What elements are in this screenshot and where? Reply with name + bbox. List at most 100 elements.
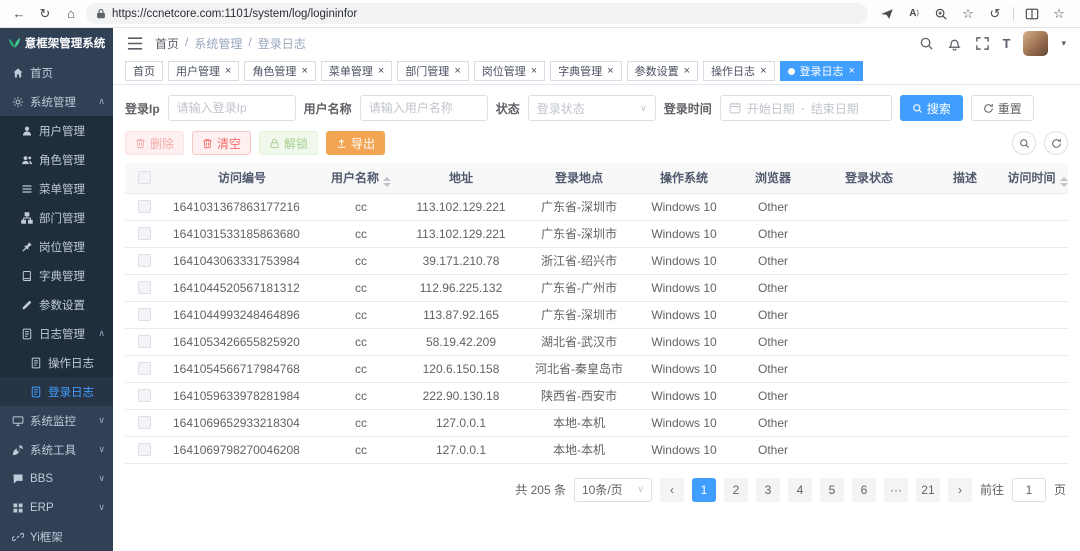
select-all-checkbox[interactable]	[138, 171, 151, 184]
sidebar-item-erp[interactable]: ERP∨	[0, 493, 113, 522]
search-toggle-button[interactable]	[1012, 131, 1036, 155]
tab-user-mgmt[interactable]: 用户管理×	[168, 61, 239, 81]
tab-home[interactable]: 首页	[125, 61, 163, 81]
page-button-3[interactable]: 3	[756, 478, 780, 502]
sidebar-item-op-log[interactable]: 操作日志	[0, 348, 113, 377]
close-icon[interactable]: ×	[454, 66, 460, 77]
date-range-picker[interactable]: 开始日期 - 结束日期	[720, 95, 892, 121]
page-button-6[interactable]: 6	[852, 478, 876, 502]
font-size-icon[interactable]: T	[1003, 36, 1011, 51]
tab-post-mgmt[interactable]: 岗位管理×	[474, 61, 545, 81]
favorites-bar-icon[interactable]: ☆	[1050, 3, 1068, 25]
breadcrumb-item[interactable]: 系统管理	[194, 35, 242, 52]
sidebar-item-dept-mgmt[interactable]: 部门管理	[0, 203, 113, 232]
status-select[interactable]: 登录状态 ∨	[528, 95, 656, 121]
close-icon[interactable]: ×	[607, 66, 613, 77]
login-ip-input[interactable]	[168, 95, 296, 121]
delete-button[interactable]: 删除	[125, 131, 184, 155]
row-checkbox[interactable]	[138, 416, 151, 429]
table-row[interactable]: 1641069798270046208cc127.0.0.1本地-本机Windo…	[125, 436, 1068, 463]
page-button-4[interactable]: 4	[788, 478, 812, 502]
table-row[interactable]: 1641044993248464896cc113.87.92.165广东省-深圳…	[125, 301, 1068, 328]
column-header[interactable]: 访问时间	[1007, 163, 1068, 193]
refresh-table-button[interactable]	[1044, 131, 1068, 155]
page-button-5[interactable]: 5	[820, 478, 844, 502]
home-icon[interactable]: ⌂	[60, 3, 82, 25]
row-checkbox[interactable]	[138, 443, 151, 456]
goto-page-input[interactable]	[1012, 478, 1046, 502]
table-row[interactable]: 1641059633978281984cc222.90.130.18陕西省-西安…	[125, 382, 1068, 409]
table-row[interactable]: 1641053426655825920cc58.19.42.209湖北省-武汉市…	[125, 328, 1068, 355]
sidebar-item-log-mgmt[interactable]: 日志管理∧	[0, 319, 113, 348]
row-checkbox[interactable]	[138, 335, 151, 348]
page-button-2[interactable]: 2	[724, 478, 748, 502]
sidebar-item-role-mgmt[interactable]: 角色管理	[0, 145, 113, 174]
row-checkbox[interactable]	[138, 308, 151, 321]
sort-icon[interactable]	[1060, 177, 1068, 187]
column-header[interactable]: 用户名称	[321, 163, 401, 193]
table-row[interactable]: 1641044520567181312cc112.96.225.132广东省-广…	[125, 274, 1068, 301]
tab-dept-mgmt[interactable]: 部门管理×	[397, 61, 468, 81]
sidebar-item-system-tools[interactable]: 系统工具∨	[0, 435, 113, 464]
avatar[interactable]	[1023, 31, 1048, 56]
prev-page-button[interactable]: ‹	[660, 478, 684, 502]
row-checkbox[interactable]	[138, 227, 151, 240]
close-icon[interactable]: ×	[849, 66, 855, 77]
tab-param-settings[interactable]: 参数设置×	[627, 61, 698, 81]
share-icon[interactable]	[878, 3, 896, 25]
tab-role-mgmt[interactable]: 角色管理×	[244, 61, 315, 81]
export-button[interactable]: 导出	[326, 131, 385, 155]
split-screen-icon[interactable]	[1023, 3, 1041, 25]
search-icon[interactable]	[919, 36, 934, 51]
username-input[interactable]	[360, 95, 488, 121]
table-row[interactable]: 1641069652933218304cc127.0.0.1本地-本机Windo…	[125, 409, 1068, 436]
next-page-button[interactable]: ›	[948, 478, 972, 502]
row-checkbox[interactable]	[138, 200, 151, 213]
sidebar-item-menu-mgmt[interactable]: 菜单管理	[0, 174, 113, 203]
sidebar-item-dict-mgmt[interactable]: 字典管理	[0, 261, 113, 290]
close-icon[interactable]: ×	[301, 66, 307, 77]
close-icon[interactable]: ×	[684, 66, 690, 77]
back-icon[interactable]: ←	[8, 3, 30, 25]
page-ellipsis[interactable]: ···	[884, 478, 908, 502]
page-button-1[interactable]: 1	[692, 478, 716, 502]
sidebar-item-login-log[interactable]: 登录日志	[0, 377, 113, 406]
table-row[interactable]: 1641043063331753984cc39.171.210.78浙江省-绍兴…	[125, 247, 1068, 274]
refresh-icon[interactable]: ↻	[34, 3, 56, 25]
close-icon[interactable]: ×	[225, 66, 231, 77]
breadcrumb-item[interactable]: 首页	[155, 35, 179, 52]
read-aloud-icon[interactable]: A)	[905, 3, 923, 25]
tab-op-log[interactable]: 操作日志×	[703, 61, 774, 81]
address-bar[interactable]: https://ccnetcore.com:1101/system/log/lo…	[86, 3, 868, 24]
unlock-button[interactable]: 解锁	[259, 131, 318, 155]
search-plus-icon[interactable]	[932, 3, 950, 25]
sidebar-item-home[interactable]: 首页	[0, 58, 113, 87]
fullscreen-icon[interactable]	[975, 36, 990, 51]
close-icon[interactable]: ×	[760, 66, 766, 77]
favorite-icon[interactable]: ☆	[959, 3, 977, 25]
search-button[interactable]: 搜索	[900, 95, 963, 121]
close-icon[interactable]: ×	[378, 66, 384, 77]
sidebar-item-param-settings[interactable]: 参数设置	[0, 290, 113, 319]
sidebar-item-bbs[interactable]: BBS∨	[0, 464, 113, 493]
history-icon[interactable]: ↺	[986, 3, 1004, 25]
sidebar-item-system-monitor[interactable]: 系统监控∨	[0, 406, 113, 435]
table-row[interactable]: 1641031533185863680cc113.102.129.221广东省-…	[125, 220, 1068, 247]
sidebar-item-system-mgmt[interactable]: 系统管理∧	[0, 87, 113, 116]
sidebar-item-post-mgmt[interactable]: 岗位管理	[0, 232, 113, 261]
bell-icon[interactable]	[947, 36, 962, 51]
row-checkbox[interactable]	[138, 254, 151, 267]
sidebar-item-yi-framework[interactable]: Yi框架	[0, 522, 113, 551]
clear-button[interactable]: 清空	[192, 131, 251, 155]
tab-menu-mgmt[interactable]: 菜单管理×	[321, 61, 392, 81]
hamburger-icon[interactable]	[127, 37, 143, 50]
row-checkbox[interactable]	[138, 281, 151, 294]
sidebar-item-user-mgmt[interactable]: 用户管理	[0, 116, 113, 145]
table-row[interactable]: 1641031367863177216cc113.102.129.221广东省-…	[125, 193, 1068, 220]
page-size-select[interactable]: 10条/页∨	[574, 478, 652, 502]
page-button-21[interactable]: 21	[916, 478, 940, 502]
tab-dict-mgmt[interactable]: 字典管理×	[550, 61, 621, 81]
table-row[interactable]: 1641054566717984768cc120.6.150.158河北省-秦皇…	[125, 355, 1068, 382]
row-checkbox[interactable]	[138, 362, 151, 375]
tab-login-log[interactable]: 登录日志×	[780, 61, 863, 81]
